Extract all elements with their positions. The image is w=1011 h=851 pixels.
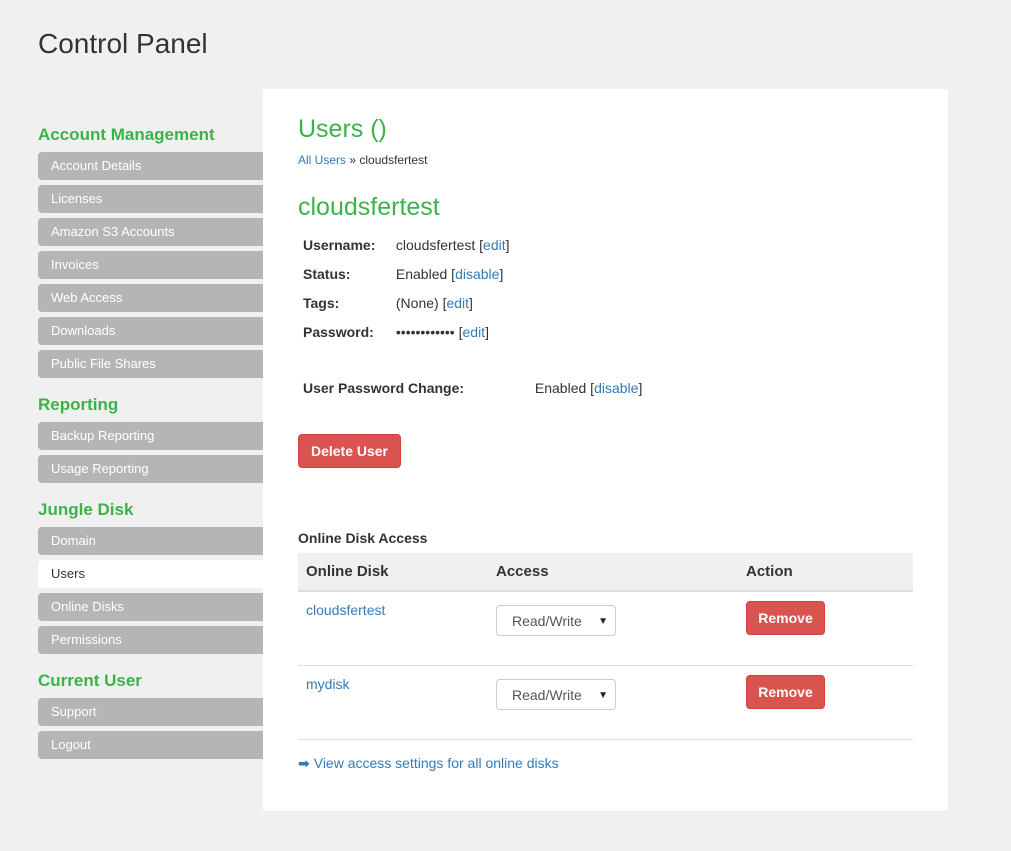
sidebar-item-permissions[interactable]: Permissions <box>38 626 263 654</box>
online-disk-access-table: Online Disk Access Action cloudsfertest … <box>298 553 913 740</box>
sidebar-item-usage-reporting[interactable]: Usage Reporting <box>38 455 263 483</box>
sidebar-section-title: Account Management <box>38 125 215 144</box>
user-heading: cloudsfertest <box>298 193 440 221</box>
disk-link[interactable]: mydisk <box>306 676 350 692</box>
tags-row: Tags: (None) [edit] <box>303 295 473 311</box>
column-header-online-disk: Online Disk <box>298 553 488 592</box>
username-label: Username: <box>303 237 376 253</box>
sidebar-item-public-file-shares[interactable]: Public File Shares <box>38 350 263 378</box>
sidebar-section-title: Jungle Disk <box>38 500 134 519</box>
breadcrumb-separator: » <box>349 153 357 167</box>
user-details: Username: cloudsfertest [edit] Status: E… <box>303 235 510 351</box>
sidebar-section-title: Reporting <box>38 395 119 414</box>
access-select-value: Read/Write <box>512 687 582 703</box>
password-value: •••••••••••• <box>395 324 455 340</box>
delete-user-button[interactable]: Delete User <box>298 434 401 468</box>
caret-down-icon: ▼ <box>598 690 608 701</box>
online-disk-access-title: Online Disk Access <box>298 530 428 546</box>
sidebar-item-web-access[interactable]: Web Access <box>38 284 263 312</box>
password-change-label: User Password Change: <box>303 380 465 396</box>
breadcrumb: All Users » cloudsfertest <box>298 153 427 167</box>
page-title: Control Panel <box>38 28 208 59</box>
column-header-access: Access <box>488 553 738 592</box>
access-select[interactable]: Read/Write ▼ <box>496 679 616 710</box>
sidebar-item-amazon-s3-accounts[interactable]: Amazon S3 Accounts <box>38 218 263 246</box>
remove-button[interactable]: Remove <box>746 675 825 709</box>
sidebar-group-current-user: Current User Support Logout <box>38 670 263 759</box>
password-change-value: Enabled <box>534 380 587 396</box>
tags-label: Tags: <box>303 295 340 311</box>
username-value: cloudsfertest <box>395 237 476 253</box>
sidebar-item-backup-reporting[interactable]: Backup Reporting <box>38 422 263 450</box>
password-row: Password: •••••••••••• [edit] <box>303 324 489 340</box>
sidebar-item-logout[interactable]: Logout <box>38 731 263 759</box>
sidebar-group-reporting: Reporting Backup Reporting Usage Reporti… <box>38 394 263 483</box>
sidebar-group-jungle-disk: Jungle Disk Domain Users Online Disks Pe… <box>38 499 263 654</box>
sidebar-item-account-details[interactable]: Account Details <box>38 152 263 180</box>
username-edit-link[interactable]: edit <box>483 237 506 253</box>
sidebar-item-downloads[interactable]: Downloads <box>38 317 263 345</box>
tags-edit-link[interactable]: edit <box>446 295 469 311</box>
remove-button[interactable]: Remove <box>746 601 825 635</box>
sidebar-item-users[interactable]: Users <box>38 560 263 588</box>
password-edit-link[interactable]: edit <box>463 324 486 340</box>
disk-link[interactable]: cloudsfertest <box>306 602 385 618</box>
view-all-access-link[interactable]: ➡ View access settings for all online dis… <box>298 755 559 772</box>
sidebar-section-title: Current User <box>38 671 142 690</box>
status-row: Status: Enabled [disable] <box>303 266 504 282</box>
username-row: Username: cloudsfertest [edit] <box>303 237 510 253</box>
sidebar-item-support[interactable]: Support <box>38 698 263 726</box>
password-change-row: User Password Change: Enabled [disable] <box>303 380 643 396</box>
arrow-right-icon: ➡ <box>298 755 310 771</box>
table-row: cloudsfertest Read/Write ▼ Remove <box>298 591 913 666</box>
sidebar-group-account-management: Account Management Account Details Licen… <box>38 124 263 378</box>
password-label: Password: <box>303 324 374 340</box>
sidebar-item-online-disks[interactable]: Online Disks <box>38 593 263 621</box>
status-disable-link[interactable]: disable <box>455 266 499 282</box>
sidebar-item-licenses[interactable]: Licenses <box>38 185 263 213</box>
sidebar-item-invoices[interactable]: Invoices <box>38 251 263 279</box>
main-panel: Users () All Users » cloudsfertest cloud… <box>263 89 948 811</box>
sidebar-item-domain[interactable]: Domain <box>38 527 263 555</box>
breadcrumb-all-users-link[interactable]: All Users <box>298 153 346 167</box>
tags-value: (None) <box>395 295 439 311</box>
password-change-disable-link[interactable]: disable <box>594 380 638 396</box>
access-select[interactable]: Read/Write ▼ <box>496 605 616 636</box>
access-select-value: Read/Write <box>512 613 582 629</box>
breadcrumb-current: cloudsfertest <box>359 153 428 167</box>
table-row: mydisk Read/Write ▼ Remove <box>298 665 913 740</box>
caret-down-icon: ▼ <box>598 616 608 627</box>
users-heading: Users () <box>298 115 387 143</box>
sidebar: Account Management Account Details Licen… <box>38 124 263 775</box>
column-header-action: Action <box>738 553 913 592</box>
status-label: Status: <box>303 266 351 282</box>
view-all-access-label: View access settings for all online disk… <box>313 755 559 771</box>
status-value: Enabled <box>395 266 448 282</box>
table-header-row: Online Disk Access Action <box>298 553 913 592</box>
